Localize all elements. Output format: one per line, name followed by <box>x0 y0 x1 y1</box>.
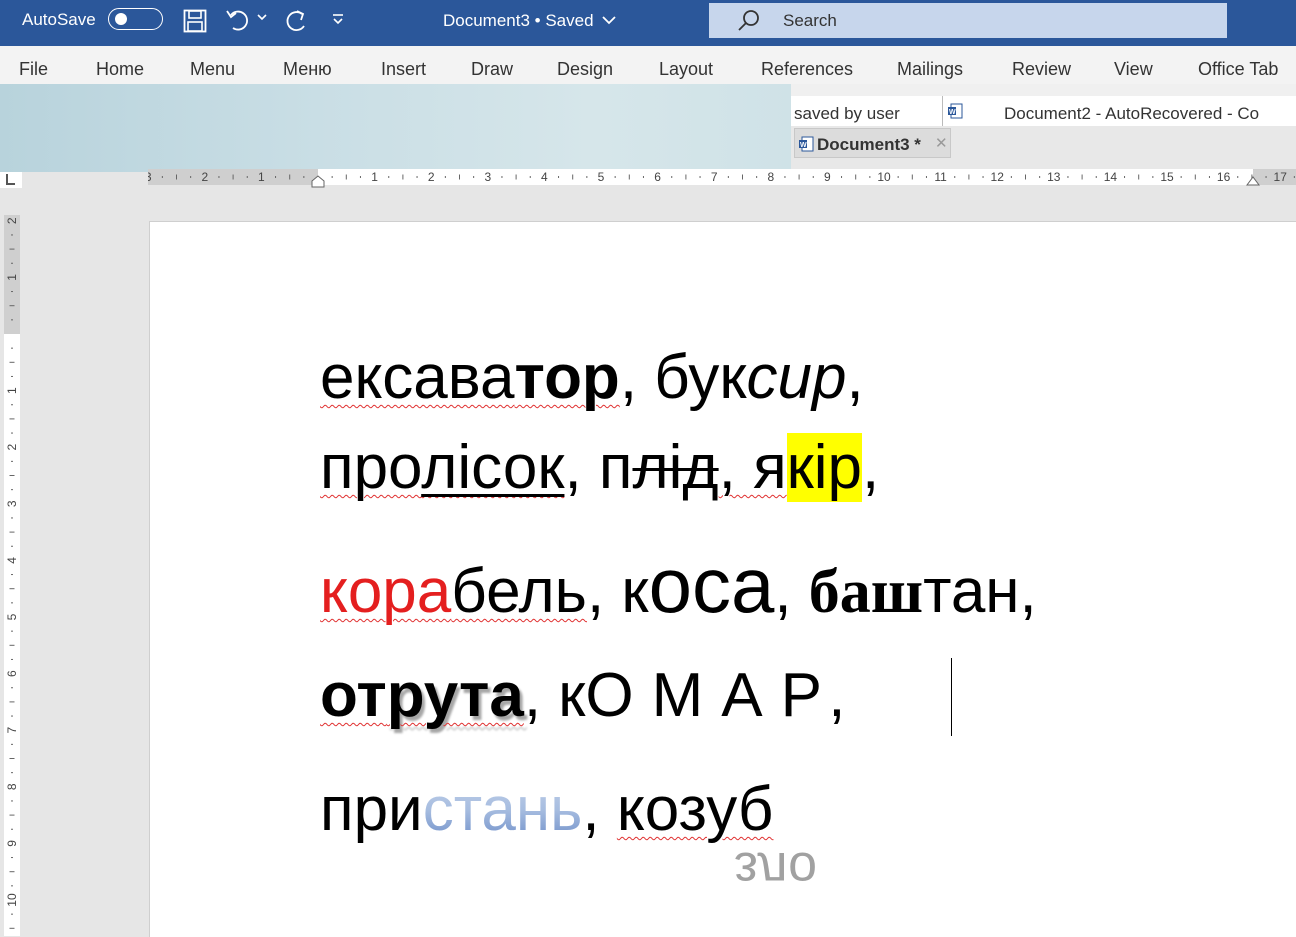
reflected-text: зло <box>734 841 818 899</box>
ruler-tick-label: 9 <box>5 840 19 847</box>
customize-quick-access-icon[interactable] <box>331 12 345 38</box>
ruler-tick-label: 1 <box>258 170 265 184</box>
ruler-tick-label: 9 <box>824 170 831 184</box>
ruler-tick-label: 10 <box>877 170 891 184</box>
ruler-tick-label: 5 <box>5 613 19 620</box>
text-line-4: отрута, кОМАР, <box>320 661 864 730</box>
chevron-down-icon <box>602 11 616 31</box>
toggle-knob <box>115 13 127 25</box>
ruler-tick-label: 15 <box>1160 170 1174 184</box>
ruler-tick-label: 16 <box>1217 170 1231 184</box>
redo-icon[interactable] <box>282 8 310 34</box>
ruler-tick-label: 1 <box>5 274 19 281</box>
ruler-tick-label: 2 <box>428 170 435 184</box>
document-title[interactable]: Document3 • Saved <box>443 11 616 31</box>
tab-selector[interactable] <box>0 172 22 188</box>
text-line-5: пристань, козуб <box>320 775 774 844</box>
tab-document3-label: Document3 * <box>817 135 921 154</box>
menu-bar: File Home Menu Меню Insert Draw Design L… <box>0 46 1296 84</box>
tab-document3[interactable]: W Document3 * ✕ <box>794 128 951 158</box>
ruler-tick-label: 7 <box>5 727 19 734</box>
autosave-label: AutoSave <box>22 10 96 29</box>
ruler-tick-label: 8 <box>767 170 774 184</box>
ruler-tick-label: 14 <box>1104 170 1118 184</box>
text-line-1: ексаватор, буксир, <box>320 343 864 412</box>
ruler-tick-label: 2 <box>5 444 19 451</box>
ruler-tick-label: 3 <box>148 170 152 184</box>
title-bar: AutoSave Document3 • Saved Search <box>0 0 1296 46</box>
ruler-tick-label: 17 <box>1274 170 1288 184</box>
office-tab-row: saved by user W Document2 - AutoRecovere… <box>791 96 1296 127</box>
menu-menu[interactable]: Menu <box>190 59 235 80</box>
saved-by-user-label: saved by user <box>794 104 900 123</box>
ruler-tick-label: 2 <box>5 217 19 224</box>
ruler-tick-label: 13 <box>1047 170 1061 184</box>
menu-home[interactable]: Home <box>96 59 144 80</box>
search-box[interactable]: Search <box>709 3 1227 38</box>
autosave-toggle[interactable] <box>108 8 163 30</box>
ruler-tick-label: 3 <box>484 170 491 184</box>
vertical-ruler[interactable]: 2 1 1 2 3 4 5 6 7 8 9 10 <box>0 215 22 936</box>
tab-document2[interactable]: Document2 - AutoRecovered - Co <box>1004 104 1259 124</box>
menu-file[interactable]: File <box>19 59 48 80</box>
text-line-3: корабель, коса, баштан, <box>320 541 1037 629</box>
menu-review[interactable]: Review <box>1012 59 1071 80</box>
svg-text:W: W <box>800 142 807 149</box>
text-line-2: пролісок, плід, якір, <box>320 433 880 502</box>
save-icon[interactable] <box>183 8 207 34</box>
word-document-icon: W <box>947 103 963 124</box>
menu-design[interactable]: Design <box>557 59 613 80</box>
ruler-tick-label: 4 <box>541 170 548 184</box>
ruler-tick-label: 3 <box>5 500 19 507</box>
office-tab-strip: saved by user W Document2 - AutoRecovere… <box>791 84 1296 172</box>
undo-dropdown-icon[interactable] <box>257 14 267 40</box>
word-document-icon: W <box>798 136 814 157</box>
menu-menu-ua[interactable]: Меню <box>283 59 332 80</box>
ruler-tick-label: 7 <box>711 170 718 184</box>
menu-insert[interactable]: Insert <box>381 59 426 80</box>
svg-text:W: W <box>949 109 956 116</box>
text-cursor <box>951 658 952 736</box>
document-page[interactable]: ексаватор, буксир, пролісок, плід, якір,… <box>149 221 1296 937</box>
close-icon[interactable]: ✕ <box>935 134 948 152</box>
ruler-tick-label: 4 <box>5 557 19 564</box>
horizontal-ruler[interactable]: 3 2 1 1 2 3 4 5 6 7 8 9 10 11 12 13 14 15 16 17 <box>148 165 1296 188</box>
search-icon <box>737 9 761 38</box>
search-placeholder: Search <box>783 11 837 30</box>
ruler-tick-label: 5 <box>598 170 605 184</box>
menu-layout[interactable]: Layout <box>659 59 713 80</box>
menu-draw[interactable]: Draw <box>471 59 513 80</box>
ruler-tick-label: 11 <box>934 170 947 184</box>
menu-mailings[interactable]: Mailings <box>897 59 963 80</box>
ruler-tick-label: 6 <box>5 670 19 677</box>
ruler-tick-label: 10 <box>5 893 19 907</box>
document-title-text: Document3 • Saved <box>443 11 594 30</box>
obscured-region <box>0 84 791 172</box>
ruler-tick-label: 8 <box>5 783 19 790</box>
ruler-tick-label: 1 <box>5 387 19 394</box>
ruler-tick-label: 2 <box>201 170 208 184</box>
undo-icon[interactable] <box>225 8 253 34</box>
ruler-tick-label: 12 <box>991 170 1005 184</box>
ruler-tick-label: 1 <box>371 170 378 184</box>
tab-divider <box>942 96 943 126</box>
menu-references[interactable]: References <box>761 59 853 80</box>
ruler-tick-label: 6 <box>654 170 661 184</box>
menu-view[interactable]: View <box>1114 59 1153 80</box>
menu-office-tab[interactable]: Office Tab <box>1198 59 1278 80</box>
